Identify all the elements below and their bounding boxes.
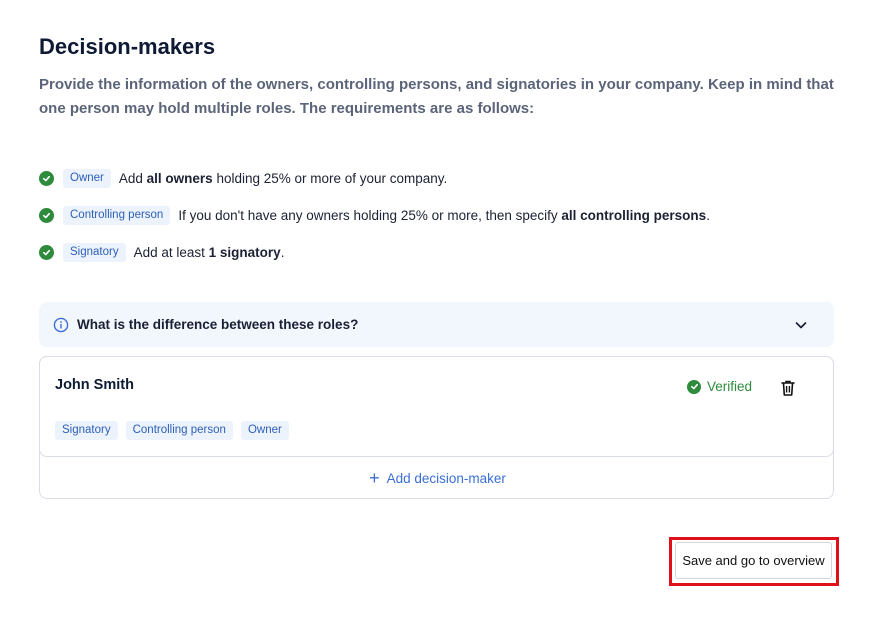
decision-maker-name: John Smith bbox=[55, 377, 134, 393]
check-circle-icon bbox=[687, 379, 701, 394]
role-pill-controlling-person: Controlling person bbox=[125, 421, 233, 440]
decision-makers-list: John Smith Verified Signatory Controllin… bbox=[39, 356, 834, 499]
trash-icon[interactable] bbox=[780, 379, 796, 397]
add-decision-maker-label: Add decision-maker bbox=[386, 470, 506, 486]
add-decision-maker-button[interactable]: + Add decision-maker bbox=[40, 457, 835, 499]
chevron-down-icon[interactable] bbox=[794, 318, 808, 332]
role-pills: Signatory Controlling person Owner bbox=[55, 421, 297, 440]
accordion-label: What is the difference between these rol… bbox=[77, 317, 359, 332]
check-circle-icon bbox=[39, 244, 54, 260]
status-text: Verified bbox=[707, 379, 753, 394]
requirement-text: Add at least 1 signatory. bbox=[133, 244, 285, 260]
info-icon bbox=[53, 317, 69, 333]
requirement-owner: Owner Add all owners holding 25% or more… bbox=[39, 167, 447, 189]
role-pill-controlling-person: Controlling person bbox=[63, 205, 171, 225]
decision-maker-card[interactable]: John Smith Verified Signatory Controllin… bbox=[39, 356, 834, 457]
intro-text: Provide the information of the owners, c… bbox=[39, 76, 834, 117]
check-circle-icon bbox=[39, 207, 54, 223]
role-pill-signatory: Signatory bbox=[63, 242, 126, 262]
status-badge: Verified bbox=[687, 379, 752, 394]
role-pill-owner: Owner bbox=[240, 421, 289, 440]
requirement-text: If you don't have any owners holding 25%… bbox=[178, 207, 710, 223]
check-circle-icon bbox=[39, 170, 54, 186]
requirement-controlling-person: Controlling person If you don't have any… bbox=[39, 204, 710, 226]
role-pill-signatory: Signatory bbox=[55, 421, 118, 440]
save-and-overview-button[interactable]: Save and go to overview bbox=[675, 542, 832, 579]
role-pill-owner: Owner bbox=[63, 168, 111, 188]
plus-icon: + bbox=[369, 468, 380, 488]
page-title: Decision-makers bbox=[39, 34, 216, 59]
requirement-signatory: Signatory Add at least 1 signatory. bbox=[39, 241, 284, 263]
roles-difference-accordion[interactable]: What is the difference between these rol… bbox=[39, 302, 834, 347]
requirement-text: Add all owners holding 25% or more of yo… bbox=[118, 170, 448, 186]
